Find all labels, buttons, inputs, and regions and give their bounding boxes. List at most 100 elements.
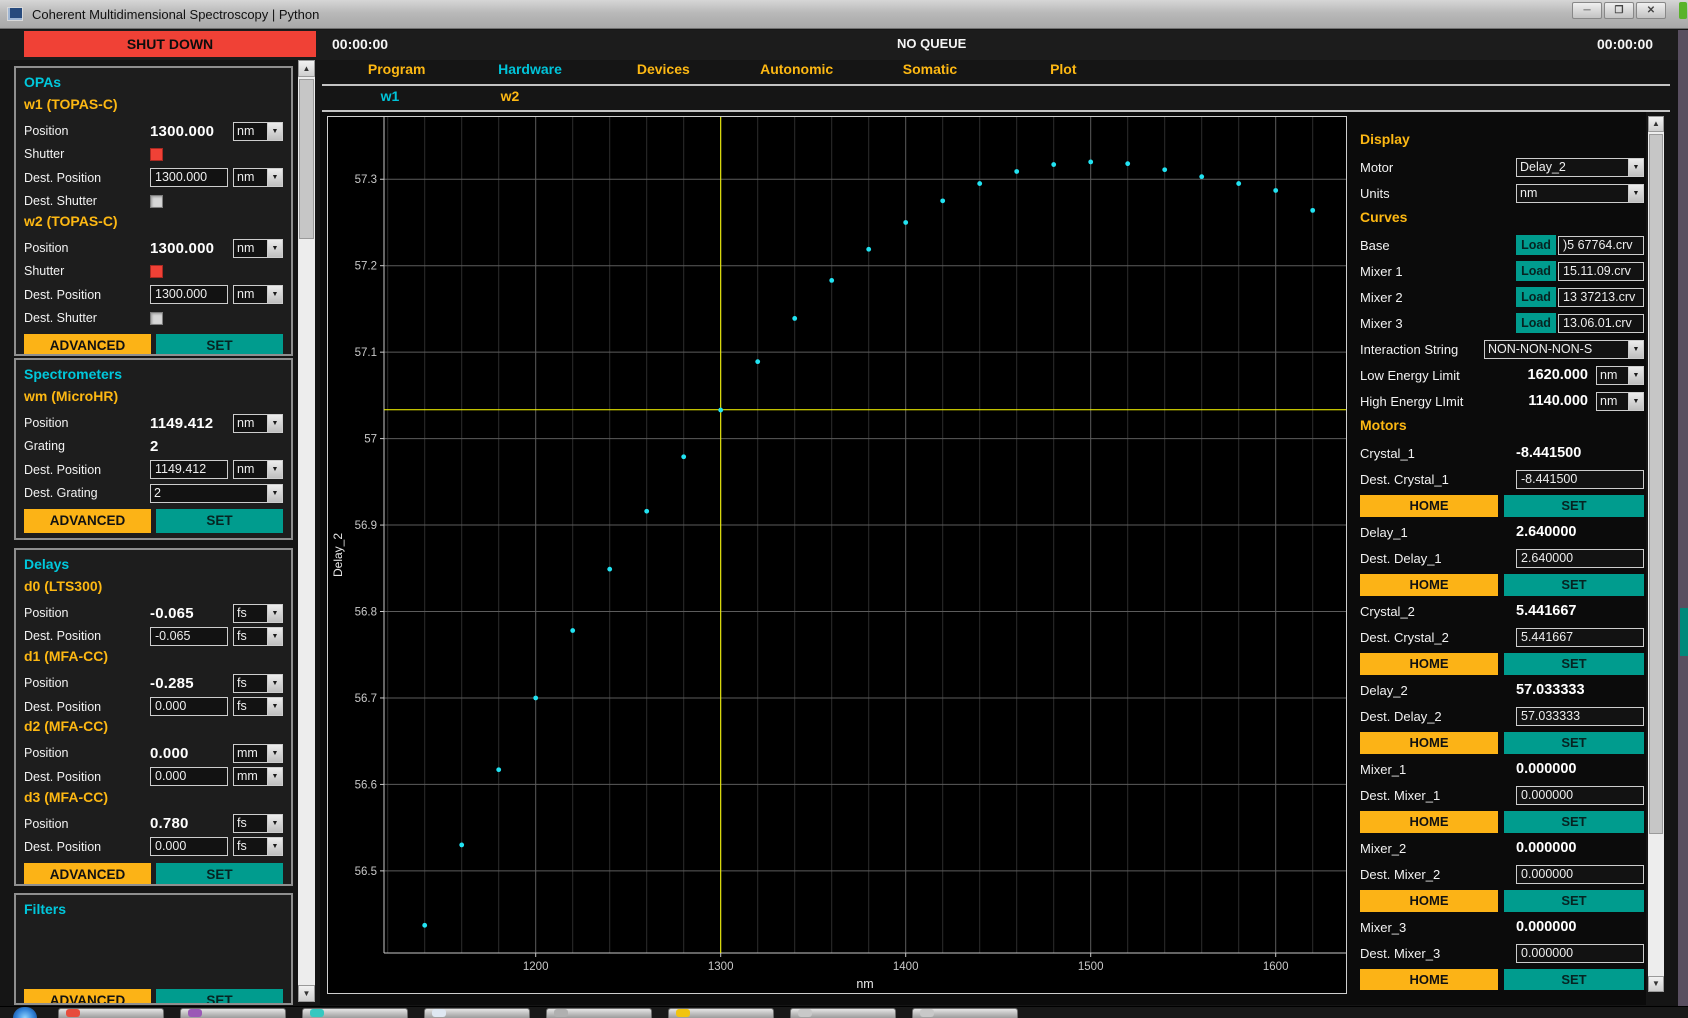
- motor-dest-input[interactable]: 0.000000: [1516, 944, 1644, 963]
- chevron-down-icon[interactable]: ▼: [267, 698, 282, 715]
- chevron-down-icon[interactable]: ▼: [1628, 341, 1643, 358]
- set-button[interactable]: SET: [1504, 653, 1644, 675]
- minimize-button[interactable]: ─: [1572, 2, 1602, 19]
- home-button[interactable]: HOME: [1360, 732, 1498, 754]
- home-button[interactable]: HOME: [1360, 811, 1498, 833]
- motor-dest-input[interactable]: 2.640000: [1516, 549, 1644, 568]
- dest-grating-dropdown[interactable]: 2▼: [150, 484, 283, 503]
- home-button[interactable]: HOME: [1360, 653, 1498, 675]
- panel-scrollbar-thumb[interactable]: [1649, 134, 1663, 834]
- dest-position-input[interactable]: 1300.000: [150, 285, 228, 304]
- dest-shutter-checkbox[interactable]: [150, 312, 163, 325]
- load-button[interactable]: Load: [1516, 287, 1556, 307]
- load-button[interactable]: Load: [1516, 313, 1556, 333]
- tab-hardware[interactable]: Hardware: [463, 61, 596, 83]
- tab-devices[interactable]: Devices: [597, 61, 730, 83]
- chevron-down-icon[interactable]: ▼: [267, 838, 282, 855]
- unit-dropdown[interactable]: nm▼: [233, 122, 283, 141]
- load-button[interactable]: Load: [1516, 261, 1556, 281]
- unit-dropdown[interactable]: nm▼: [233, 460, 283, 479]
- unit-dropdown[interactable]: nm▼: [1596, 392, 1644, 411]
- motor-dest-input[interactable]: 57.033333: [1516, 707, 1644, 726]
- unit-dropdown[interactable]: fs▼: [233, 674, 283, 693]
- set-button[interactable]: SET: [1504, 732, 1644, 754]
- close-button[interactable]: ✕: [1636, 2, 1666, 19]
- panel-scroll-down-icon[interactable]: ▼: [1648, 976, 1664, 992]
- unit-dropdown[interactable]: fs▼: [233, 837, 283, 856]
- motor-dest-input[interactable]: 0.000000: [1516, 865, 1644, 884]
- unit-dropdown[interactable]: fs▼: [233, 604, 283, 623]
- dest-position-input[interactable]: 1149.412: [150, 460, 228, 479]
- interaction-string-dropdown[interactable]: NON-NON-NON-S▼: [1484, 340, 1644, 359]
- set-button[interactable]: SET: [156, 863, 283, 886]
- sidebar-scroll-up-icon[interactable]: ▲: [298, 60, 315, 77]
- chevron-down-icon[interactable]: ▼: [267, 415, 282, 432]
- chevron-down-icon[interactable]: ▼: [267, 768, 282, 785]
- set-button[interactable]: SET: [1504, 495, 1644, 517]
- curve-file-input[interactable]: 15.11.09.crv: [1558, 262, 1644, 281]
- chevron-down-icon[interactable]: ▼: [1628, 159, 1643, 176]
- unit-dropdown[interactable]: nm▼: [1596, 366, 1644, 385]
- chevron-down-icon[interactable]: ▼: [267, 240, 282, 257]
- advanced-button[interactable]: ADVANCED: [24, 989, 151, 1005]
- set-button[interactable]: SET: [156, 334, 283, 356]
- motor-dest-input[interactable]: 0.000000: [1516, 786, 1644, 805]
- dest-position-input[interactable]: 1300.000: [150, 168, 228, 187]
- tab-plot[interactable]: Plot: [997, 61, 1130, 83]
- unit-dropdown[interactable]: nm▼: [233, 414, 283, 433]
- chevron-down-icon[interactable]: ▼: [267, 461, 282, 478]
- chevron-down-icon[interactable]: ▼: [1628, 367, 1643, 384]
- motor-dest-input[interactable]: -8.441500: [1516, 470, 1644, 489]
- shutdown-button[interactable]: SHUT DOWN: [24, 31, 316, 57]
- advanced-button[interactable]: ADVANCED: [24, 509, 151, 533]
- subtab-w2[interactable]: w2: [450, 88, 570, 108]
- unit-dropdown[interactable]: mm▼: [233, 744, 283, 763]
- chevron-down-icon[interactable]: ▼: [267, 286, 282, 303]
- tab-program[interactable]: Program: [330, 61, 463, 83]
- tab-autonomic[interactable]: Autonomic: [730, 61, 863, 83]
- unit-dropdown[interactable]: fs▼: [233, 814, 283, 833]
- chevron-down-icon[interactable]: ▼: [267, 628, 282, 645]
- chevron-down-icon[interactable]: ▼: [1628, 185, 1643, 202]
- panel-scroll-up-icon[interactable]: ▲: [1648, 116, 1664, 132]
- chevron-down-icon[interactable]: ▼: [1628, 393, 1643, 410]
- set-button[interactable]: SET: [1504, 969, 1644, 991]
- chevron-down-icon[interactable]: ▼: [267, 745, 282, 762]
- set-button[interactable]: SET: [1504, 890, 1644, 912]
- chevron-down-icon[interactable]: ▼: [267, 675, 282, 692]
- unit-dropdown[interactable]: nm▼: [233, 239, 283, 258]
- chevron-down-icon[interactable]: ▼: [267, 605, 282, 622]
- units-dropdown[interactable]: nm▼: [1516, 184, 1644, 203]
- set-button[interactable]: SET: [156, 989, 283, 1005]
- set-button[interactable]: SET: [1504, 574, 1644, 596]
- sidebar-scrollbar-thumb[interactable]: [299, 79, 314, 239]
- motor-dropdown[interactable]: Delay_2▼: [1516, 158, 1644, 177]
- unit-dropdown[interactable]: mm▼: [233, 767, 283, 786]
- chevron-down-icon[interactable]: ▼: [267, 815, 282, 832]
- unit-dropdown[interactable]: fs▼: [233, 697, 283, 716]
- dest-position-input[interactable]: -0.065: [150, 627, 228, 646]
- home-button[interactable]: HOME: [1360, 495, 1498, 517]
- advanced-button[interactable]: ADVANCED: [24, 863, 151, 886]
- motor-dest-input[interactable]: 5.441667: [1516, 628, 1644, 647]
- subtab-w1[interactable]: w1: [330, 88, 450, 108]
- home-button[interactable]: HOME: [1360, 890, 1498, 912]
- chevron-down-icon[interactable]: ▼: [267, 169, 282, 186]
- set-button[interactable]: SET: [1504, 811, 1644, 833]
- unit-dropdown[interactable]: fs▼: [233, 627, 283, 646]
- home-button[interactable]: HOME: [1360, 969, 1498, 991]
- restore-button[interactable]: ❐: [1604, 2, 1634, 19]
- load-button[interactable]: Load: [1516, 235, 1556, 255]
- unit-dropdown[interactable]: nm▼: [233, 168, 283, 187]
- curve-file-input[interactable]: 13.06.01.crv: [1558, 314, 1644, 333]
- advanced-button[interactable]: ADVANCED: [24, 334, 151, 356]
- curve-file-input[interactable]: 13 37213.crv: [1558, 288, 1644, 307]
- dest-position-input[interactable]: 0.000: [150, 767, 228, 786]
- home-button[interactable]: HOME: [1360, 574, 1498, 596]
- sidebar-scroll-down-icon[interactable]: ▼: [298, 985, 315, 1002]
- dest-shutter-checkbox[interactable]: [150, 195, 163, 208]
- dest-position-input[interactable]: 0.000: [150, 837, 228, 856]
- chevron-down-icon[interactable]: ▼: [267, 485, 282, 502]
- set-button[interactable]: SET: [156, 509, 283, 533]
- chevron-down-icon[interactable]: ▼: [267, 123, 282, 140]
